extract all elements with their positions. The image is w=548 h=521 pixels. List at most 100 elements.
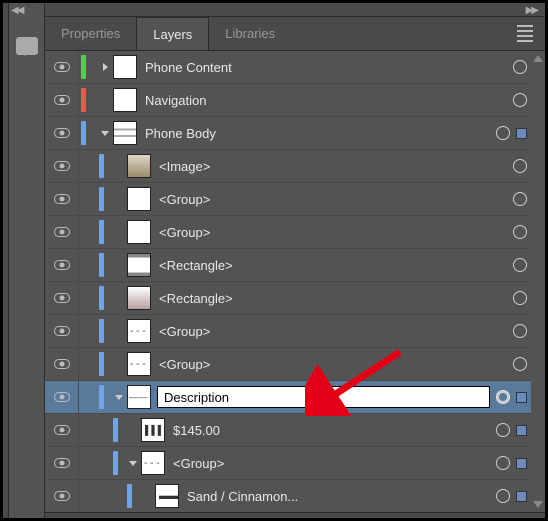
layer-color-chip xyxy=(81,88,86,112)
target-icon[interactable] xyxy=(513,357,527,371)
visibility-toggle[interactable] xyxy=(45,480,79,512)
visibility-toggle[interactable] xyxy=(45,348,79,380)
target-icon[interactable] xyxy=(496,423,510,437)
target-icon[interactable] xyxy=(513,225,527,239)
chevron-down-icon xyxy=(129,461,137,466)
target-icon[interactable] xyxy=(513,291,527,305)
target-icon[interactable] xyxy=(496,126,510,140)
tab-properties[interactable]: Properties xyxy=(45,17,136,50)
layer-label: <Group> xyxy=(159,324,210,339)
layer-color-chip xyxy=(99,286,104,310)
visibility-toggle[interactable] xyxy=(45,183,79,215)
layer-color-chip xyxy=(99,220,104,244)
eye-icon xyxy=(54,458,70,468)
panel-menu-icon[interactable] xyxy=(505,17,545,50)
visibility-toggle[interactable] xyxy=(45,150,79,182)
layer-row-sand-cinnamon[interactable]: Sand / Cinnamon... xyxy=(45,480,531,512)
layer-row-description[interactable] xyxy=(45,381,531,414)
comment-icon[interactable] xyxy=(16,37,38,55)
layer-thumbnail xyxy=(127,253,151,277)
visibility-toggle[interactable] xyxy=(45,216,79,248)
eye-icon xyxy=(54,95,70,105)
disclosure-toggle[interactable] xyxy=(111,381,127,413)
disclosure-toggle[interactable] xyxy=(125,447,141,479)
layer-row-group-5[interactable]: <Group> xyxy=(45,216,531,249)
target-icon[interactable] xyxy=(513,60,527,74)
layer-label: <Group> xyxy=(159,357,210,372)
selection-indicator[interactable] xyxy=(516,458,527,469)
visibility-toggle[interactable] xyxy=(45,117,79,149)
visibility-toggle[interactable] xyxy=(45,315,79,347)
scroll-up-icon[interactable] xyxy=(533,55,543,62)
layer-color-chip xyxy=(127,484,132,508)
dock-arrow-left-icon[interactable]: ◀◀ xyxy=(11,5,22,16)
target-icon[interactable] xyxy=(513,159,527,173)
layer-color-chip xyxy=(99,187,104,211)
layer-label: Sand / Cinnamon... xyxy=(187,489,298,504)
layer-row-group-12[interactable]: <Group> xyxy=(45,447,531,480)
layer-row-price[interactable]: $145.00 xyxy=(45,414,531,447)
eye-icon xyxy=(54,392,70,402)
layer-thumbnail xyxy=(141,418,165,442)
tab-bar: Properties Layers Libraries xyxy=(45,17,545,51)
layer-thumbnail xyxy=(113,121,137,145)
layer-thumbnail xyxy=(141,451,165,475)
visibility-toggle[interactable] xyxy=(45,414,79,446)
scroll-down-icon[interactable] xyxy=(533,501,543,508)
layer-row-navigation[interactable]: Navigation xyxy=(45,84,531,117)
visibility-toggle[interactable] xyxy=(45,282,79,314)
layer-color-chip xyxy=(99,154,104,178)
bottom-dock-strip xyxy=(45,512,545,518)
selection-indicator[interactable] xyxy=(516,491,527,502)
tab-layers[interactable]: Layers xyxy=(136,17,209,50)
eye-icon xyxy=(54,260,70,270)
visibility-toggle[interactable] xyxy=(45,381,79,413)
layer-row-group-9[interactable]: <Group> xyxy=(45,348,531,381)
layer-row-group-8[interactable]: <Group> xyxy=(45,315,531,348)
target-icon[interactable] xyxy=(496,390,510,404)
disclosure-toggle[interactable] xyxy=(97,117,113,149)
target-icon[interactable] xyxy=(513,192,527,206)
layer-row-rectangle-7[interactable]: <Rectangle> xyxy=(45,282,531,315)
disclosure-toggle[interactable] xyxy=(97,51,113,83)
dock-arrow-right-icon[interactable]: ▶▶ xyxy=(526,5,537,16)
layer-color-chip xyxy=(81,121,86,145)
chevron-down-icon xyxy=(115,395,123,400)
visibility-toggle[interactable] xyxy=(45,249,79,281)
scrollbar[interactable] xyxy=(531,51,545,512)
icon-column xyxy=(9,3,45,518)
layer-label: <Group> xyxy=(173,456,224,471)
visibility-toggle[interactable] xyxy=(45,447,79,479)
eye-icon xyxy=(54,227,70,237)
eye-icon xyxy=(54,326,70,336)
layer-thumbnail xyxy=(127,154,151,178)
layer-thumbnail xyxy=(127,220,151,244)
layer-thumbnail xyxy=(113,55,137,79)
visibility-toggle[interactable] xyxy=(45,84,79,116)
layers-list: Phone Content Navigation xyxy=(45,51,531,512)
visibility-toggle[interactable] xyxy=(45,51,79,83)
layer-row-image[interactable]: <Image> xyxy=(45,150,531,183)
layer-thumbnail xyxy=(155,484,179,508)
target-icon[interactable] xyxy=(513,258,527,272)
layers-list-area: Phone Content Navigation xyxy=(45,51,545,512)
target-icon[interactable] xyxy=(513,93,527,107)
layer-row-phone-body[interactable]: Phone Body xyxy=(45,117,531,150)
selection-indicator[interactable] xyxy=(516,128,527,139)
eye-icon xyxy=(54,293,70,303)
selection-indicator[interactable] xyxy=(516,392,527,403)
layer-thumbnail xyxy=(127,352,151,376)
eye-icon xyxy=(54,491,70,501)
target-icon[interactable] xyxy=(513,324,527,338)
tab-libraries[interactable]: Libraries xyxy=(209,17,291,50)
layer-name-input[interactable] xyxy=(157,386,490,408)
layer-row-group-4[interactable]: <Group> xyxy=(45,183,531,216)
layer-color-chip xyxy=(99,253,104,277)
layer-row-rectangle-6[interactable]: <Rectangle> xyxy=(45,249,531,282)
layer-row-phone-content[interactable]: Phone Content xyxy=(45,51,531,84)
layer-label: <Group> xyxy=(159,225,210,240)
layer-color-chip xyxy=(99,319,104,343)
target-icon[interactable] xyxy=(496,456,510,470)
selection-indicator[interactable] xyxy=(516,425,527,436)
target-icon[interactable] xyxy=(496,489,510,503)
